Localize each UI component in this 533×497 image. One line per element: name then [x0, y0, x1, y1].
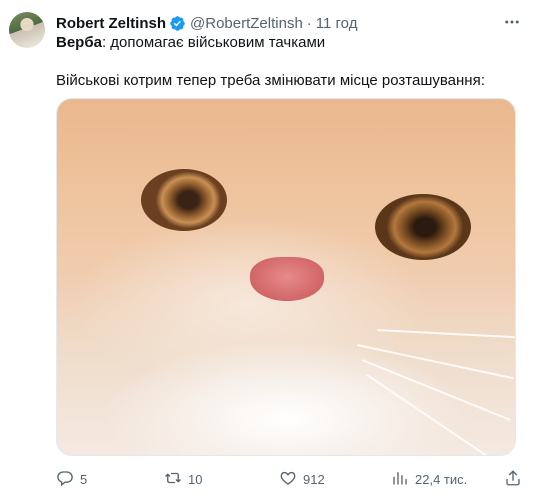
timestamp[interactable]: 11 год	[316, 15, 358, 32]
separator-dot: ·	[306, 14, 312, 32]
views-bar-chart-icon	[391, 469, 409, 490]
like-button[interactable]: 912	[279, 469, 325, 490]
handle[interactable]: @RobertZeltinsh	[190, 15, 303, 32]
tweet-media-image[interactable]	[56, 98, 516, 456]
whisker	[376, 329, 515, 339]
reply-icon	[56, 469, 74, 490]
retweet-icon	[164, 469, 182, 490]
views-count: 22,4 тис.	[415, 471, 468, 487]
cat-nose	[250, 257, 324, 301]
share-button[interactable]	[504, 469, 522, 490]
retweet-button[interactable]: 10	[164, 469, 202, 490]
reply-button[interactable]: 5	[56, 469, 87, 490]
tweet-text-line-2: Військові котрим тепер треба змінювати м…	[56, 72, 485, 89]
avatar[interactable]	[9, 12, 45, 48]
tweet-text-rest: : допомагає військовим тачками	[101, 34, 326, 51]
whisker	[361, 359, 511, 421]
reply-count: 5	[80, 471, 88, 487]
tweet-text-line-1: Верба: допомагає військовим тачками	[56, 33, 325, 53]
views-button[interactable]: 22,4 тис.	[391, 469, 467, 490]
cat-eye-left	[141, 169, 227, 231]
share-icon	[504, 469, 522, 490]
verified-badge-icon[interactable]	[169, 15, 186, 32]
cat-eye-right	[375, 194, 471, 260]
like-count: 912	[303, 471, 325, 487]
whisker	[356, 344, 514, 380]
tweet-name-bold: Верба	[56, 34, 102, 51]
tweet: Robert Zeltinsh @RobertZeltinsh · 11 год…	[0, 0, 533, 497]
display-name[interactable]: Robert Zeltinsh	[56, 15, 166, 32]
tweet-actions-bar: 5 10 912 22,4 тис.	[56, 468, 523, 490]
retweet-count: 10	[188, 471, 203, 487]
tweet-header: Robert Zeltinsh @RobertZeltinsh · 11 год	[56, 13, 521, 33]
more-icon[interactable]	[501, 13, 523, 31]
heart-icon	[279, 469, 297, 490]
